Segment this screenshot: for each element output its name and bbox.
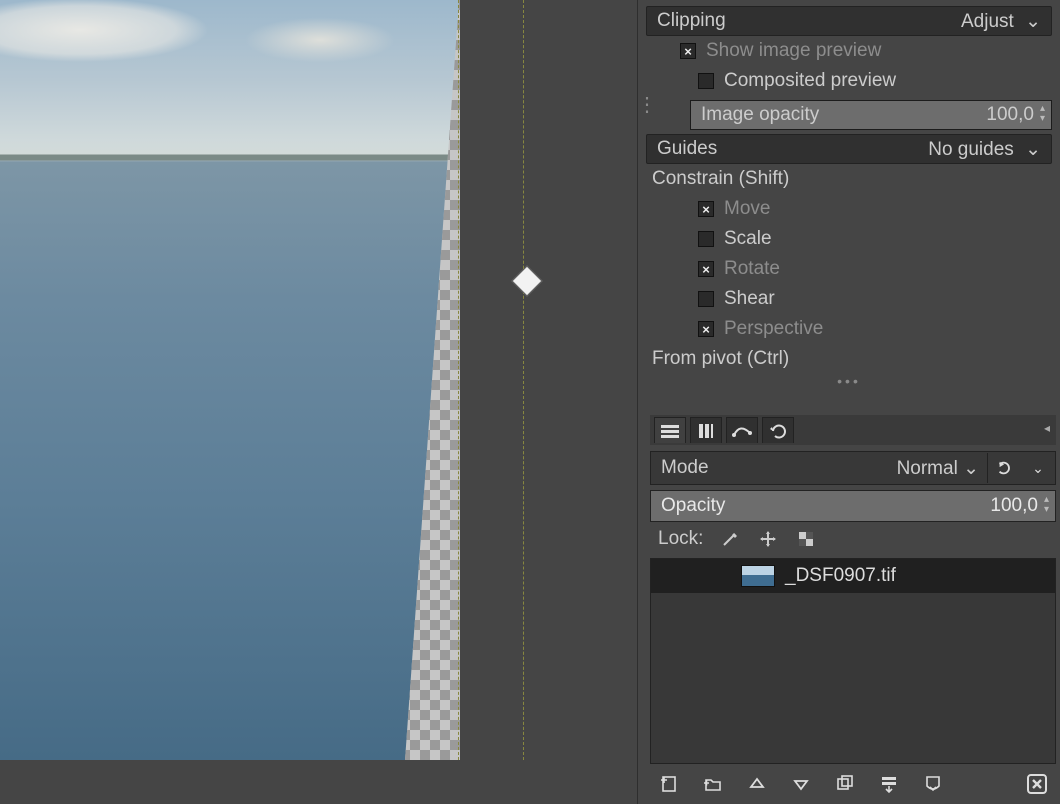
canvas-area[interactable] xyxy=(0,0,637,804)
panel-resize-grip[interactable]: ••• xyxy=(638,374,1060,388)
layer-lock-row: Lock: xyxy=(650,522,1056,556)
checkbox-icon xyxy=(698,321,714,337)
chevron-down-icon: ⌄ xyxy=(1025,11,1041,32)
delete-layer-button[interactable] xyxy=(1026,773,1048,795)
lock-label: Lock: xyxy=(658,528,703,550)
clipping-dropdown[interactable]: Clipping Adjust ⌄ xyxy=(646,6,1052,36)
guides-dropdown[interactable]: Guides No guides ⌄ xyxy=(646,134,1052,164)
layer-opacity-label: Opacity xyxy=(661,495,725,517)
undo-history-icon xyxy=(767,420,789,442)
clipping-label: Clipping xyxy=(657,10,726,32)
image-opacity-field[interactable]: Image opacity 100,0 ▴▾ xyxy=(690,100,1052,130)
constrain-shear-checkbox[interactable]: Shear xyxy=(646,284,1052,314)
spin-buttons[interactable]: ▴▾ xyxy=(1040,105,1045,125)
layer-list[interactable]: _DSF0907.tif xyxy=(650,558,1056,764)
chevron-down-icon: ⌄ xyxy=(963,458,979,479)
duplicate-layer-button[interactable] xyxy=(834,773,856,795)
image-opacity-label: Image opacity xyxy=(701,104,819,126)
constrain-perspective-label: Perspective xyxy=(724,318,823,340)
lock-pixels-icon[interactable] xyxy=(719,528,741,550)
transform-handle[interactable] xyxy=(511,265,542,296)
guides-value: No guides xyxy=(928,139,1014,160)
constrain-heading: Constrain (Shift) xyxy=(646,164,1052,194)
show-image-preview-label: Show image preview xyxy=(706,40,881,62)
checkbox-icon xyxy=(698,201,714,217)
constrain-rotate-label: Rotate xyxy=(724,258,780,280)
new-layer-button[interactable] xyxy=(658,773,680,795)
new-layer-group-button[interactable] xyxy=(702,773,724,795)
image-opacity-value: 100,0 xyxy=(986,104,1034,126)
constrain-move-checkbox[interactable]: Move xyxy=(646,194,1052,224)
composited-preview-label: Composited preview xyxy=(724,70,896,92)
layers-bottom-toolbar xyxy=(650,764,1056,804)
paths-icon xyxy=(731,420,753,442)
show-image-preview-checkbox[interactable]: Show image preview xyxy=(646,36,1052,66)
layer-mode-label: Mode xyxy=(651,457,889,479)
lock-position-icon[interactable] xyxy=(757,528,779,550)
layer-thumbnail xyxy=(741,565,775,587)
layer-mode-switch-button[interactable] xyxy=(987,453,1021,483)
guides-label: Guides xyxy=(657,138,717,160)
lock-alpha-icon[interactable] xyxy=(795,528,817,550)
checkbox-icon xyxy=(680,43,696,59)
tab-undo-history[interactable] xyxy=(762,417,794,443)
chevron-down-icon: ⌄ xyxy=(1025,139,1041,160)
dock-tabstrip: ◂ xyxy=(650,415,1056,445)
layer-opacity-field[interactable]: Opacity 100,0 ▴▾ xyxy=(650,490,1056,522)
tab-paths[interactable] xyxy=(726,417,758,443)
tab-channels[interactable] xyxy=(690,417,722,443)
right-panel: Clipping Adjust ⌄ Show image preview Com… xyxy=(637,0,1060,804)
checkbox-icon xyxy=(698,73,714,89)
chevron-down-icon[interactable]: ⌄ xyxy=(1021,453,1055,483)
tab-layers[interactable] xyxy=(654,417,686,443)
layers-icon xyxy=(659,420,681,442)
checkbox-icon xyxy=(698,231,714,247)
raise-layer-button[interactable] xyxy=(746,773,768,795)
checkbox-icon xyxy=(698,291,714,307)
transform-boundary-guide[interactable] xyxy=(458,0,459,760)
constrain-shear-label: Shear xyxy=(724,288,775,310)
image-frame[interactable] xyxy=(0,0,460,760)
clipping-value: Adjust xyxy=(961,11,1014,32)
lower-layer-button[interactable] xyxy=(790,773,812,795)
layer-opacity-value: 100,0 xyxy=(990,495,1038,517)
layer-row[interactable]: _DSF0907.tif xyxy=(651,559,1055,593)
checkbox-icon xyxy=(698,261,714,277)
channels-icon xyxy=(695,420,717,442)
constrain-scale-checkbox[interactable]: Scale xyxy=(646,224,1052,254)
from-pivot-heading: From pivot (Ctrl) xyxy=(646,344,1052,374)
constrain-scale-label: Scale xyxy=(724,228,772,250)
constrain-perspective-checkbox[interactable]: Perspective xyxy=(646,314,1052,344)
layer-mode-row: Mode Normal ⌄ ⌄ xyxy=(650,451,1056,485)
merge-down-button[interactable] xyxy=(878,773,900,795)
transform-boundary-guide[interactable] xyxy=(523,0,524,760)
composited-preview-checkbox[interactable]: Composited preview xyxy=(646,66,1052,96)
add-mask-button[interactable] xyxy=(922,773,944,795)
layer-mode-dropdown[interactable]: Normal ⌄ xyxy=(889,457,987,480)
image-content xyxy=(0,0,460,760)
constrain-move-label: Move xyxy=(724,198,770,220)
layers-dock: ◂ Mode Normal ⌄ ⌄ Opacity 100,0 ▴▾ Lock: xyxy=(650,415,1056,804)
spin-buttons[interactable]: ▴▾ xyxy=(1044,496,1049,516)
layer-name: _DSF0907.tif xyxy=(785,565,896,587)
dock-menu-icon[interactable]: ◂ xyxy=(1044,421,1050,435)
constrain-rotate-checkbox[interactable]: Rotate xyxy=(646,254,1052,284)
